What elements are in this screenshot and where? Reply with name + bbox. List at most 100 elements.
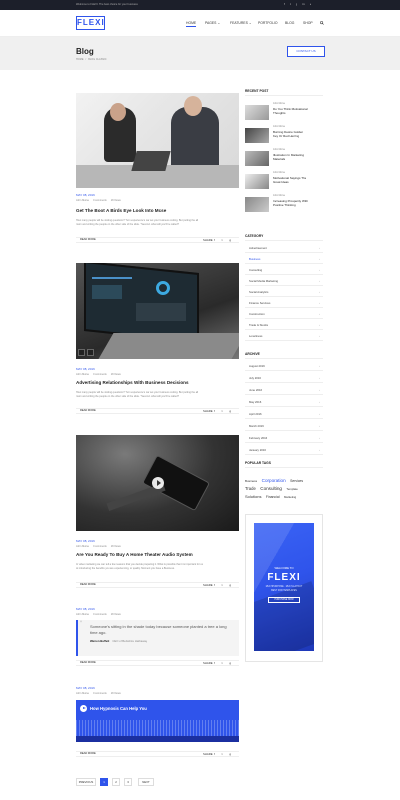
post-excerpt-line: room and writing the people on the other… (76, 395, 179, 398)
recent-post-heading: RECENT POST (245, 89, 269, 93)
recent-post-title[interactable]: Key Or Red Herring (273, 134, 299, 138)
post-video-smartphone[interactable] (76, 435, 239, 531)
search-icon[interactable] (320, 21, 324, 25)
post-comments[interactable]: 0 comments (93, 199, 107, 203)
post-date: MAY 08, 2016 (76, 539, 95, 543)
share-label: SHARE (203, 409, 213, 413)
pagination-page[interactable]: 3 (124, 778, 132, 786)
pagination-prev[interactable]: PREVIOUS (76, 778, 96, 786)
vimeo-icon[interactable]: v (310, 2, 312, 8)
read-more-link[interactable]: READ MORE (80, 238, 96, 242)
share-label: SHARE (203, 583, 213, 587)
category-item[interactable]: Social Analytics › (245, 287, 323, 297)
google-icon[interactable]: g (296, 2, 298, 8)
recent-post-title[interactable]: Materials (273, 157, 285, 161)
logo[interactable]: FLEXI (76, 16, 105, 30)
post-author[interactable]: John Morse (76, 545, 89, 549)
post-image-laptop-dashboard[interactable] (76, 263, 239, 359)
share-icons[interactable]: f t g (214, 661, 234, 665)
recent-post-thumbnail[interactable] (245, 105, 269, 120)
post-title[interactable]: Get The Boot A Birds Eye Look Into Mcse (76, 208, 166, 214)
recent-post-thumbnail[interactable] (245, 151, 269, 166)
post-meta: John Morse 0 comments 18 Views (76, 373, 121, 377)
twitter-icon[interactable]: t (290, 2, 291, 8)
category-item[interactable]: Social Media Marketing › (245, 276, 323, 286)
category-item[interactable]: Business › (245, 254, 323, 264)
archive-item[interactable]: June 2016 › (245, 385, 323, 395)
post-meta: John Morse 0 comments 18 Views (76, 545, 121, 549)
post-comments[interactable]: 0 comments (93, 545, 107, 549)
archive-item[interactable]: February 2016 › (245, 433, 323, 443)
archive-heading: ARCHIVE (245, 352, 260, 356)
post-author[interactable]: John Morse (76, 373, 89, 377)
post-views: 18 Views (110, 692, 121, 695)
read-more-link[interactable]: READ MORE (80, 752, 96, 756)
tag[interactable]: Marketing (284, 495, 296, 499)
recent-post-thumbnail[interactable] (245, 174, 269, 189)
category-item[interactable]: Advertisement › (245, 243, 323, 253)
category-heading: CATEGORY (245, 234, 264, 238)
linkedin-icon[interactable]: in (302, 2, 304, 8)
share-label: SHARE (203, 661, 213, 665)
share-icons[interactable]: f t g (214, 583, 234, 587)
share-icons[interactable]: f t g (214, 409, 234, 413)
pagination-page[interactable]: 1 (100, 778, 108, 786)
quote-attribution: Warren Buffett CEO of Berkshire Hathaway (90, 639, 147, 643)
post-image-business-people[interactable] (76, 93, 239, 188)
divider (245, 95, 323, 96)
category-item[interactable]: Consulting › (245, 265, 323, 275)
archive-item[interactable]: April 2016 › (245, 409, 323, 419)
archive-item[interactable]: March 2016 › (245, 421, 323, 431)
read-more-link[interactable]: READ MORE (80, 661, 96, 665)
category-item[interactable]: Construction › (245, 309, 323, 319)
share-label: SHARE (203, 752, 213, 756)
archive-item[interactable]: August 2019 › (245, 361, 323, 371)
breadcrumb-home[interactable]: HOME (76, 58, 84, 62)
nav-shop[interactable]: SHOP (303, 21, 313, 25)
archive-item[interactable]: July 2016 › (245, 373, 323, 383)
recent-post-thumbnail[interactable] (245, 197, 269, 212)
page-title-bar (0, 37, 400, 70)
archive-item[interactable]: January 2016 › (245, 445, 323, 455)
divider (245, 240, 323, 241)
recent-post-title[interactable]: Positive Thinking (273, 203, 296, 207)
recent-post-title[interactable]: Thoughts (273, 111, 286, 115)
share-icons[interactable]: f t g (214, 238, 234, 242)
nav-features[interactable]: FEATURES ⌄ (230, 21, 252, 25)
pagination-next[interactable]: NEXT (138, 778, 154, 786)
tag[interactable]: Financial (266, 495, 280, 499)
tag[interactable]: Solutions (245, 494, 261, 499)
facebook-icon[interactable]: f (284, 2, 285, 8)
quote-text: Someone's sitting in the shade today bec… (90, 624, 227, 635)
post-date: MAY 08, 2016 (76, 367, 95, 371)
pagination-page[interactable]: 2 (112, 778, 120, 786)
read-more-link[interactable]: READ MORE (80, 583, 96, 587)
nav-blog[interactable]: BLOG (285, 21, 294, 25)
post-views: 18 Views (110, 199, 121, 202)
share-icons[interactable]: f t g (214, 752, 234, 756)
nav-portfolio[interactable]: PORTFOLIO (258, 21, 278, 25)
category-item[interactable]: Loneliness › (245, 331, 323, 341)
post-title[interactable]: Advertising Relationships With Business … (76, 380, 189, 386)
post-author[interactable]: John Morse (76, 692, 89, 696)
post-author[interactable]: John Morse (76, 199, 89, 203)
post-meta: John Morse 0 comments 18 Views (76, 199, 121, 203)
nav-pages[interactable]: PAGES ⌄ (205, 21, 220, 25)
post-comments[interactable]: 0 comments (93, 613, 107, 617)
popular-tags-heading: POPULAR TAGS (245, 461, 271, 465)
nav-home[interactable]: HOME (186, 21, 197, 27)
recent-post-title[interactable]: Great Ideas (273, 180, 289, 184)
post-author[interactable]: John Morse (76, 613, 89, 617)
post-meta: John Morse 0 comments 18 Views (76, 613, 121, 617)
post-title[interactable]: Are You Ready To Buy A Home Theater Audi… (76, 552, 193, 558)
category-item[interactable]: Trade & Stocks › (245, 320, 323, 330)
archive-item[interactable]: May 2016 › (245, 397, 323, 407)
category-item[interactable]: Finance Services › (245, 298, 323, 308)
recent-post-thumbnail[interactable] (245, 128, 269, 143)
post-comments[interactable]: 0 comments (93, 373, 107, 377)
read-more-link[interactable]: READ MORE (80, 409, 96, 413)
recent-post-meta: John Morse (273, 172, 286, 174)
contact-button[interactable]: CONTACT US (287, 46, 325, 57)
banner-button[interactable]: PURCHASE NOW (268, 597, 300, 603)
post-comments[interactable]: 0 comments (93, 692, 107, 696)
